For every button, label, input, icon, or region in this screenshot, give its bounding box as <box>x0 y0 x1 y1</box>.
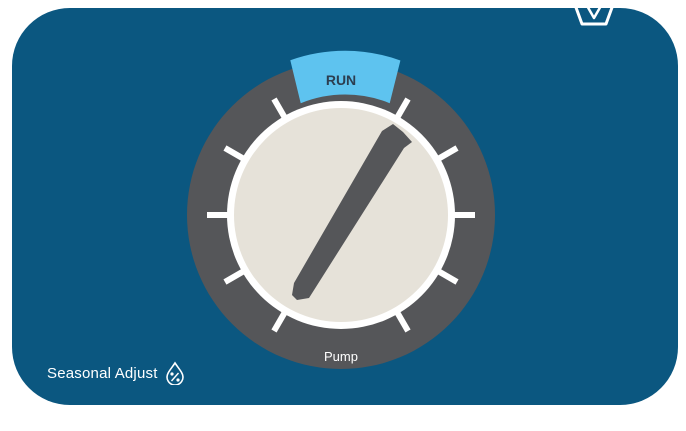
pump-label: Pump <box>324 349 358 364</box>
water-drop-percent-icon <box>165 361 184 385</box>
seasonal-adjust[interactable]: Seasonal Adjust <box>47 361 186 385</box>
seasonal-adjust-label: Seasonal Adjust <box>47 364 158 382</box>
run-label: RUN <box>326 72 356 88</box>
